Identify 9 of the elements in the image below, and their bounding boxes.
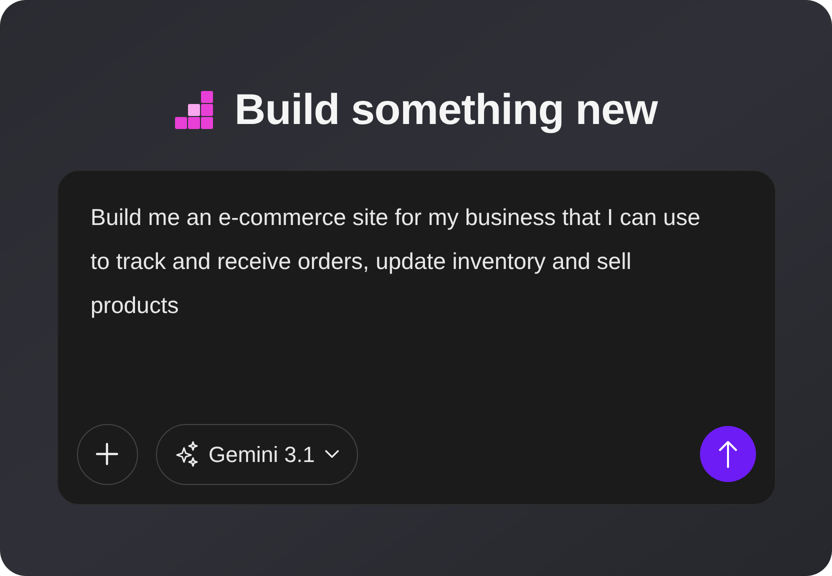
add-button[interactable] <box>76 424 138 484</box>
sparkle-icon <box>174 441 198 467</box>
chevron-down-icon <box>324 450 339 458</box>
prompt-box[interactable]: Build me an e-commerce site for my business that I can use to track and receive orders, update inventory and sell products Gemini 3.1 <box>56 170 776 504</box>
logo-icon <box>174 91 213 130</box>
arrow-up-icon <box>718 440 738 468</box>
plus-icon <box>95 442 119 466</box>
model-selector[interactable]: Gemini 3.1 <box>156 424 358 484</box>
heading: Build something new <box>234 85 658 136</box>
